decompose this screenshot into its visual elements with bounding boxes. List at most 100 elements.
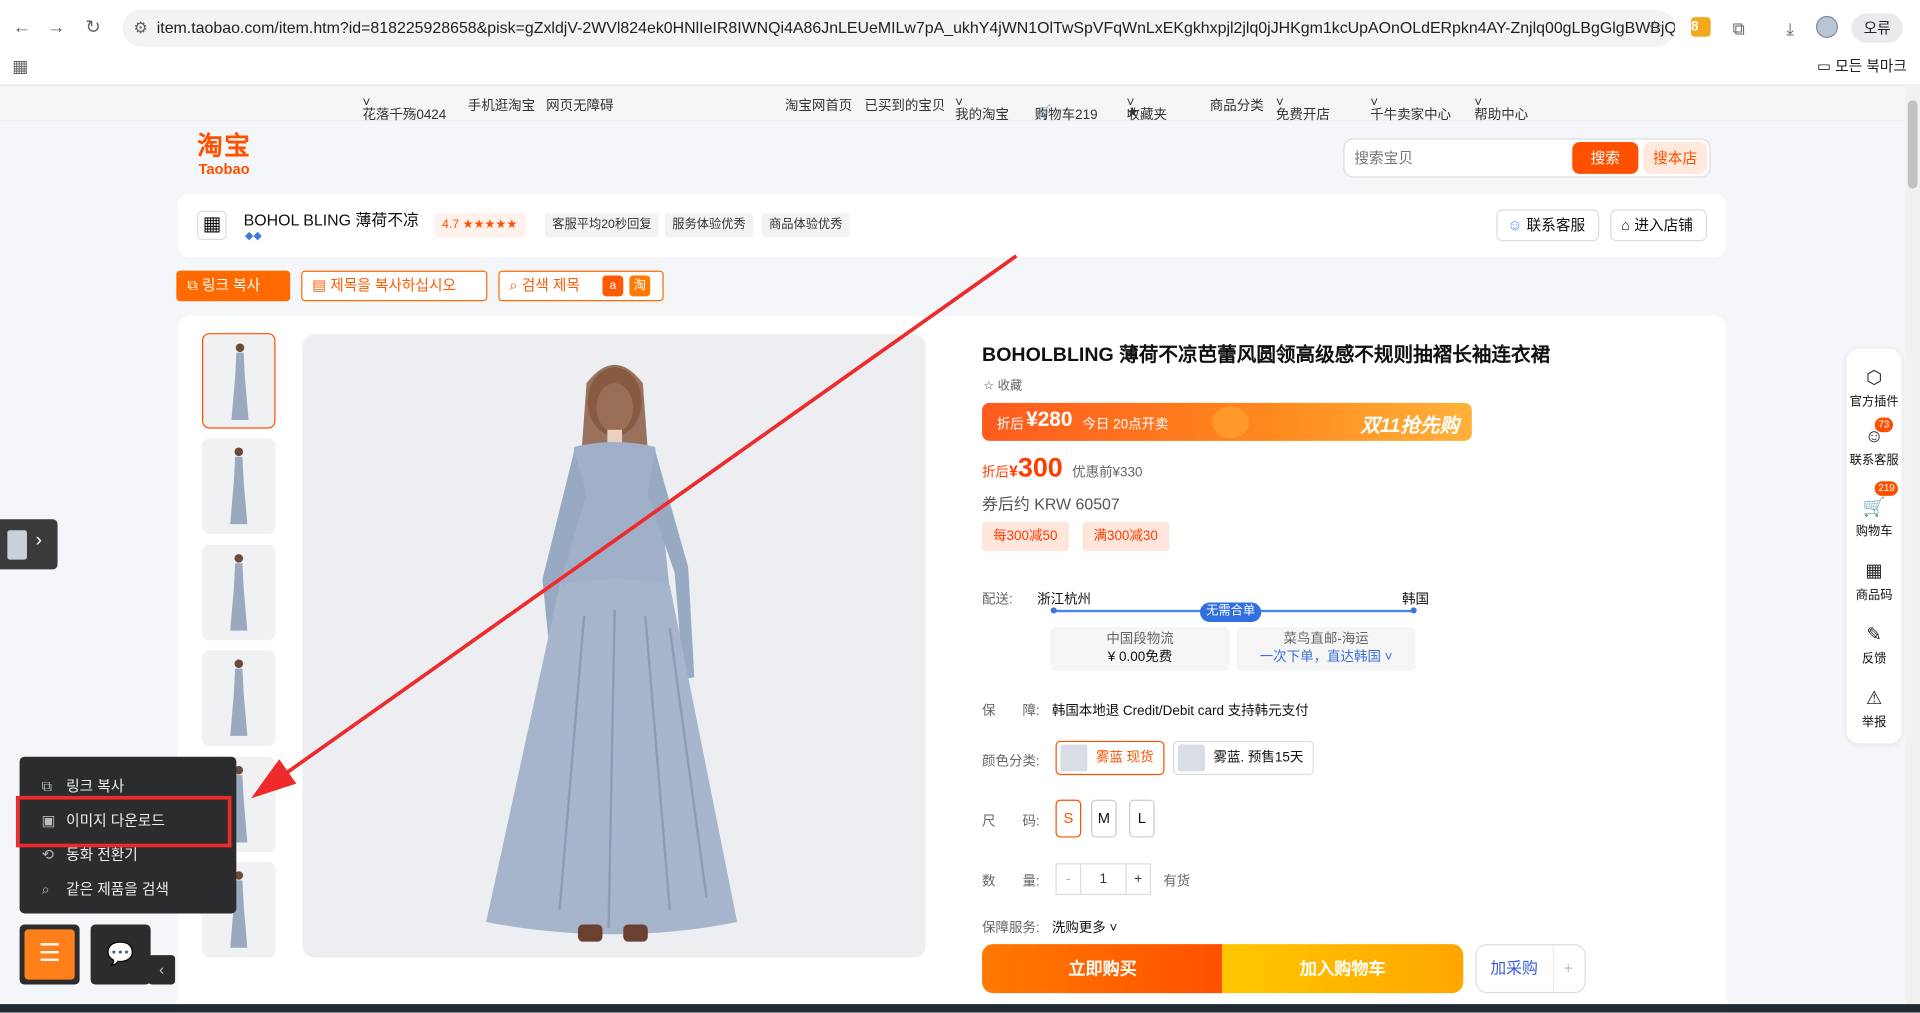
menu-copy-link[interactable]: ⧉ 링크 복사 xyxy=(42,775,125,796)
buy-now-button[interactable]: 立即购买 xyxy=(982,944,1224,994)
rt-plugin[interactable]: ⬡ 官方插件 xyxy=(1847,366,1902,409)
reload-icon[interactable]: ↻ xyxy=(81,16,105,40)
taobao-mini-logo-icon[interactable]: 淘 xyxy=(629,275,651,297)
thumbnail[interactable] xyxy=(202,544,276,641)
taskbar xyxy=(0,1004,1920,1013)
ext-search-title-label: 검색 제목 xyxy=(521,276,580,294)
size-option[interactable]: M xyxy=(1091,799,1117,838)
purchase-list-label: 加采购 xyxy=(1490,958,1538,978)
price-prefix: 折后 xyxy=(982,465,1009,481)
thumbnail[interactable] xyxy=(202,438,276,534)
rt-service[interactable]: ☺ 联系客服 xyxy=(1847,425,1902,468)
main-product-image[interactable] xyxy=(302,334,926,958)
route-end-dot xyxy=(1410,607,1417,614)
guarantee-label: 保 障: xyxy=(982,704,1040,719)
rt-cart[interactable]: 🛒 购物车 xyxy=(1847,496,1902,539)
back-icon[interactable]: ← xyxy=(10,16,34,40)
nav-categories[interactable]: 商品分类 xyxy=(1210,96,1264,116)
logo-en: Taobao xyxy=(198,160,250,178)
nav-seller-center[interactable]: 千牛卖家中心 ˅ xyxy=(1370,96,1451,123)
search-shop-button[interactable]: 搜本店 xyxy=(1643,142,1707,174)
nav-favorites[interactable]: ★ 收藏夹 ˅ xyxy=(1127,96,1167,123)
rt-plugin-label: 官方插件 xyxy=(1849,395,1899,409)
promo-price: ¥280 xyxy=(1026,407,1073,432)
nav-open-shop[interactable]: 免费开店 ˅ xyxy=(1276,96,1330,123)
site-top-nav: 花落千殇0424 ˅ 手机逛淘宝 网页无障碍 淘宝网首页 已买到的宝贝 我的淘宝… xyxy=(0,86,1906,123)
product-title: BOHOLBLING 薄荷不凉芭蕾风圆领高级感不规则抽褶长袖连衣裙 xyxy=(982,345,1551,367)
thumbnail[interactable] xyxy=(202,333,276,429)
nav-my-taobao[interactable]: 我的淘宝 ˅ xyxy=(955,96,1009,123)
ext-copy-title-button[interactable]: ▤ 제목을 복사하십시오 xyxy=(301,270,488,302)
ext-search-title-button[interactable]: ⌕ 검색 제목 a 淘 xyxy=(498,270,664,302)
promo-prefix: 折后 xyxy=(996,417,1024,433)
profile-avatar[interactable] xyxy=(1815,15,1838,38)
coupon-tag[interactable]: 每300减50 xyxy=(982,521,1069,552)
enter-shop-button[interactable]: ⌂ 进入店铺 xyxy=(1610,209,1707,242)
shop-name[interactable]: BOHOL BLING 薄荷不凉 xyxy=(244,207,419,230)
rt-report[interactable]: ⚠ 举报 xyxy=(1847,687,1902,730)
favorite-button[interactable]: ☆ 收藏 xyxy=(983,375,1022,393)
extension-badge-icon[interactable]: 8 xyxy=(1691,17,1711,37)
nav-mobile[interactable]: 手机逛淘宝 xyxy=(468,96,535,116)
color-option-selected[interactable]: 雾蓝 现货 xyxy=(1055,740,1165,776)
service-more[interactable]: 洗购更多 ˅ xyxy=(1052,917,1118,937)
nav-bought[interactable]: 已买到的宝贝 xyxy=(864,96,945,116)
nav-user-label: 花落千殇0424 xyxy=(362,107,447,123)
purchase-list-button[interactable]: 加采购 + xyxy=(1475,944,1586,994)
nav-help-label: 帮助中心 xyxy=(1474,107,1529,123)
scrollbar-thumb[interactable] xyxy=(1907,100,1918,189)
warning-icon: ⚠ xyxy=(1865,688,1883,709)
enter-shop-label: 进入店铺 xyxy=(1634,216,1694,234)
logo-cn: 淘宝 xyxy=(197,132,252,161)
collapse-button[interactable]: ‹ xyxy=(148,955,176,985)
thumbnail[interactable] xyxy=(202,650,276,746)
nav-my-taobao-label: 我的淘宝 xyxy=(955,107,1009,123)
quantity-decrease-button[interactable]: - xyxy=(1055,863,1082,896)
right-toolbar: ⬡ 官方插件 ☺ 联系客服 73 🛒 购物车 219 ▦ 商品码 ✎ 反馈 ⚠ 举报 xyxy=(1846,348,1902,744)
address-bar[interactable]: ⚙ item.taobao.com/item.htm?id=8182259286… xyxy=(122,9,1676,47)
apps-grid-icon[interactable]: ▦ xyxy=(12,56,28,77)
size-option-selected[interactable]: S xyxy=(1055,799,1082,838)
coupon-tag[interactable]: 满300减30 xyxy=(1082,521,1169,552)
contact-service-label: 联系客服 xyxy=(1526,216,1586,234)
guarantee-value: 韩国本地退 Credit/Debit card 支持韩元支付 xyxy=(1051,704,1309,719)
shipping-option-intl[interactable]: 菜鸟直邮-海运 一次下单，直达韩国 ˅ xyxy=(1236,626,1416,672)
chevron-down-icon: ˅ xyxy=(1109,920,1118,936)
menu-search-same[interactable]: ⌕ 같은 제품을 검색 xyxy=(42,878,169,899)
nav-help[interactable]: 帮助中心 ˅ xyxy=(1474,96,1528,123)
bookmark-star-icon[interactable]: ☆ xyxy=(1646,10,1662,47)
contact-service-button[interactable]: ☺ 联系客服 xyxy=(1496,209,1599,242)
price-currency: ¥ xyxy=(1008,461,1018,481)
rt-report-label: 举报 xyxy=(1861,716,1887,730)
rt-feedback[interactable]: ✎ 反馈 xyxy=(1847,623,1902,666)
chat-button[interactable]: 💬 xyxy=(90,924,151,985)
add-to-cart-button[interactable]: 加入购物车 xyxy=(1222,944,1464,994)
nav-accessible[interactable]: 网页无障碍 xyxy=(546,96,613,116)
qrcode-icon: ▦ xyxy=(1865,560,1883,582)
color-option[interactable]: 雾蓝. 预售15天 xyxy=(1173,740,1315,776)
rt-qrcode[interactable]: ▦ 商品码 xyxy=(1847,560,1902,603)
ext-copy-link-button[interactable]: ⧉ 링크 복사 xyxy=(176,270,291,302)
url-text: item.taobao.com/item.htm?id=818225928658… xyxy=(156,18,1676,37)
taobao-logo[interactable]: 淘宝 Taobao xyxy=(193,132,254,181)
nav-user[interactable]: 花落千殇0424 ˅ xyxy=(362,96,446,123)
extensions-puzzle-icon[interactable]: ⧉ xyxy=(1727,16,1751,40)
service-more-label: 洗购更多 xyxy=(1051,920,1106,936)
scrollbar[interactable] xyxy=(1905,86,1920,1013)
browser-update-button[interactable]: 오류 xyxy=(1851,13,1903,43)
shop-logo-icon[interactable]: ▦ xyxy=(197,210,227,241)
forward-icon[interactable]: → xyxy=(44,16,68,40)
all-bookmarks[interactable]: ▭ 모든 북마크 xyxy=(1817,55,1907,76)
download-icon[interactable]: ⤓ xyxy=(1778,16,1802,40)
quantity-input[interactable]: 1 xyxy=(1080,863,1127,896)
site-info-icon[interactable]: ⚙ xyxy=(133,10,147,47)
shipping-option-china: 中国段物流 ¥ 0.00免费 xyxy=(1050,626,1230,672)
alibaba-logo-icon[interactable]: a xyxy=(602,275,624,297)
extension-menu-button[interactable]: ☰ xyxy=(19,924,80,985)
size-option[interactable]: L xyxy=(1128,799,1155,838)
nav-home[interactable]: 淘宝网首页 xyxy=(785,96,852,116)
search-button[interactable]: 搜索 xyxy=(1572,142,1639,174)
side-image-widget[interactable]: › xyxy=(0,519,58,570)
search-input[interactable] xyxy=(1354,139,1563,177)
quantity-increase-button[interactable]: + xyxy=(1125,863,1152,896)
